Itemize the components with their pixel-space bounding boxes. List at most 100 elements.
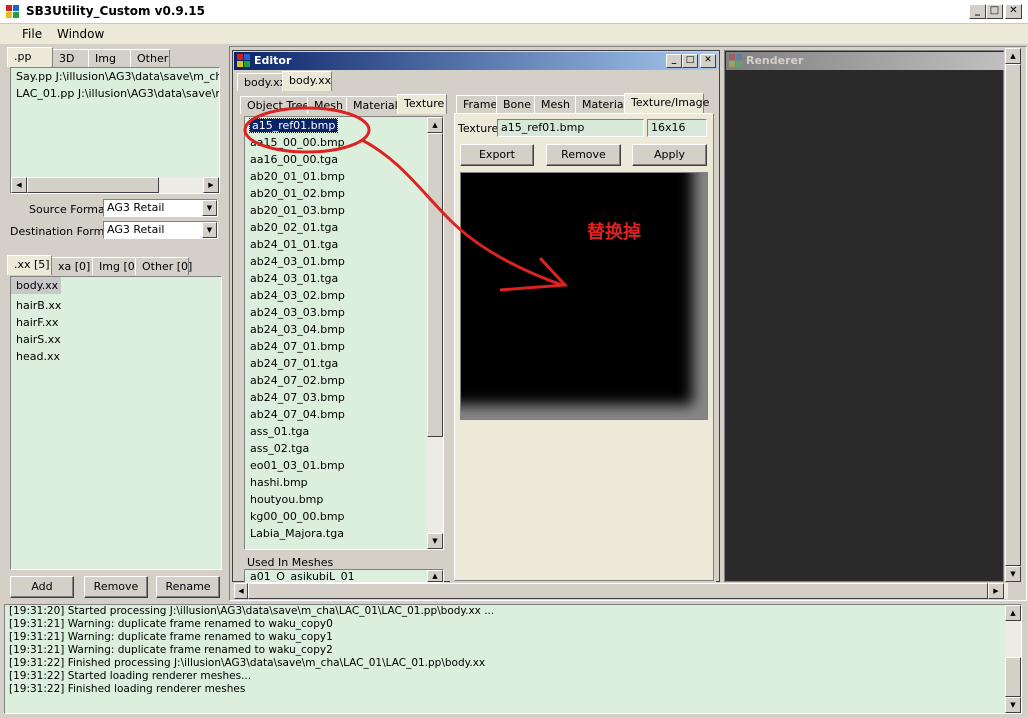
texture-list-item[interactable]: ass_02.tga <box>245 440 443 457</box>
list-item[interactable]: body.xx <box>11 277 62 294</box>
tab-img[interactable]: Img <box>88 49 131 67</box>
scroll-thumb[interactable] <box>1005 657 1021 697</box>
texture-list-item[interactable]: ass_01.tga <box>245 423 443 440</box>
tab-texture[interactable]: Texture <box>397 94 447 114</box>
texture-list-item[interactable]: ab24_03_01.bmp <box>245 253 443 270</box>
mdi-vscroll[interactable]: ▲ ▼ <box>1005 48 1021 582</box>
list-item[interactable]: hairS.xx <box>11 331 221 348</box>
texture-list-item[interactable]: ab24_07_01.tga <box>245 355 443 372</box>
tab-other-count[interactable]: Other [0] <box>135 257 192 275</box>
list-item[interactable]: Say.pp J:\illusion\AG3\data\save\m_cha <box>11 68 219 85</box>
texture-list-item[interactable]: ab20_01_01.bmp <box>245 168 443 185</box>
editor-minimize-button[interactable]: _ <box>666 54 682 68</box>
scroll-up-icon[interactable]: ▲ <box>427 570 443 582</box>
tab-img-count[interactable]: Img [0] <box>92 257 139 275</box>
texture-list-item[interactable]: aa15_00_00.bmp <box>245 134 443 151</box>
chevron-down-icon[interactable]: ▼ <box>202 200 217 216</box>
source-format-select[interactable]: AG3 Retail ▼ <box>103 199 218 217</box>
texture-list-item[interactable]: a15_ref01.bmp <box>245 117 443 134</box>
list-item[interactable]: hairF.xx <box>11 314 221 331</box>
tab-texture-image[interactable]: Texture/Image <box>624 93 709 113</box>
scroll-up-icon[interactable]: ▲ <box>427 117 443 133</box>
texture-list-item[interactable]: ab24_03_01.tga <box>245 270 443 287</box>
tab-document-active[interactable]: body.xx <box>282 71 332 91</box>
texture-list-item[interactable]: ab20_02_01.tga <box>245 219 443 236</box>
tab-xx[interactable]: .xx [5] <box>7 255 52 275</box>
texture-list-item[interactable]: Labia_Majora.tga <box>245 525 443 542</box>
scroll-up-icon[interactable]: ▲ <box>1005 48 1021 64</box>
pp-list-hscroll[interactable]: ◀ ▶ <box>11 177 219 193</box>
texture-list-item[interactable]: aa16_00_00.tga <box>245 151 443 168</box>
editor-hscroll-left[interactable]: ◀ <box>234 583 248 599</box>
texture-list-item[interactable]: houtyou.bmp <box>245 491 443 508</box>
texture-list-item[interactable]: ab20_01_02.bmp <box>245 185 443 202</box>
remove-button[interactable]: Remove <box>84 576 148 598</box>
tab-3d[interactable]: 3D <box>52 49 89 67</box>
scroll-up-icon[interactable]: ▲ <box>1005 605 1021 621</box>
texture-list-vscroll[interactable]: ▲ ▼ <box>427 117 443 549</box>
texture-list-item[interactable]: ab20_01_03.bmp <box>245 202 443 219</box>
tab-other[interactable]: Other <box>130 49 170 67</box>
apply-button[interactable]: Apply <box>632 144 707 166</box>
rename-button[interactable]: Rename <box>156 576 220 598</box>
mdi-hscroll[interactable]: ▶ <box>248 583 1008 599</box>
texture-list-item[interactable]: eo01_03_01.bmp <box>245 457 443 474</box>
scroll-right-icon[interactable]: ▶ <box>203 177 219 193</box>
editor-maximize-button[interactable]: □ <box>682 54 698 68</box>
list-item[interactable]: hairB.xx <box>11 297 221 314</box>
texture-list-item[interactable]: ab24_01_01.tga <box>245 236 443 253</box>
texture-list-item[interactable]: ab24_07_02.bmp <box>245 372 443 389</box>
maximize-button[interactable]: □ <box>986 4 1003 19</box>
list-item[interactable]: a01_O_asikubiL_01 <box>245 570 443 582</box>
add-button[interactable]: Add <box>10 576 74 598</box>
list-item[interactable]: head.xx <box>11 348 221 365</box>
tab-mesh[interactable]: Mesh <box>307 96 347 114</box>
used-in-meshes-list[interactable]: a01_O_asikubiL_01 ▲ <box>244 569 444 583</box>
texture-list-item[interactable]: ab24_03_02.bmp <box>245 287 443 304</box>
destination-format-select[interactable]: AG3 Retail ▼ <box>103 221 218 239</box>
pp-list[interactable]: Say.pp J:\illusion\AG3\data\save\m_cha L… <box>10 67 220 194</box>
tab-document[interactable]: body.xx <box>237 73 286 91</box>
editor-close-button[interactable]: ✕ <box>700 54 716 68</box>
close-button[interactable]: ✕ <box>1005 4 1022 19</box>
scroll-left-icon[interactable]: ◀ <box>11 177 27 193</box>
texture-list-item[interactable]: kg00_00_00.bmp <box>245 508 443 525</box>
tab-material-right[interactable]: Material <box>575 95 627 113</box>
log-panel[interactable]: [19:31:20] Started processing J:\illusio… <box>4 604 1022 714</box>
texture-list-item[interactable]: ab24_03_04.bmp <box>245 321 443 338</box>
menu-file[interactable]: File <box>22 27 42 41</box>
tab-material[interactable]: Material <box>346 96 398 114</box>
texture-list-item[interactable]: ab24_03_03.bmp <box>245 304 443 321</box>
menu-window[interactable]: Window <box>57 27 104 41</box>
tab-xa[interactable]: xa [0] <box>51 257 93 275</box>
tab-bone[interactable]: Bone <box>496 95 535 113</box>
scroll-left-icon[interactable]: ◀ <box>234 583 248 599</box>
texture-list-item[interactable]: ab24_07_04.bmp <box>245 406 443 423</box>
log-vscroll[interactable]: ▲ ▼ <box>1005 605 1021 713</box>
texture-name-field[interactable]: a15_ref01.bmp <box>497 119 644 137</box>
scroll-thumb[interactable] <box>248 583 988 599</box>
tab-object-tree[interactable]: Object Tree <box>240 96 309 114</box>
remove-texture-button[interactable]: Remove <box>546 144 621 166</box>
meshes-vscroll[interactable]: ▲ <box>427 570 443 582</box>
scroll-down-icon[interactable]: ▼ <box>427 533 443 549</box>
tab-mesh-right[interactable]: Mesh <box>534 95 576 113</box>
texture-list-item[interactable]: hashi.bmp <box>245 474 443 491</box>
scroll-thumb[interactable] <box>427 133 443 437</box>
scroll-thumb[interactable] <box>1005 64 1021 566</box>
texture-size-field[interactable]: 16x16 <box>647 119 707 137</box>
tab-frame[interactable]: Frame <box>456 95 497 113</box>
texture-list-item[interactable]: ab24_07_01.bmp <box>245 338 443 355</box>
scroll-down-icon[interactable]: ▼ <box>1005 566 1021 582</box>
texture-list[interactable]: a15_ref01.bmp aa15_00_00.bmp aa16_00_00.tg… <box>244 116 444 550</box>
scroll-right-icon[interactable]: ▶ <box>988 583 1004 599</box>
tab-pp[interactable]: .pp <box>7 47 53 67</box>
scroll-thumb[interactable] <box>27 177 159 193</box>
chevron-down-icon[interactable]: ▼ <box>202 222 217 238</box>
xx-list[interactable]: body.xx hairB.xx hairF.xx hairS.xx head.… <box>10 276 222 570</box>
texture-list-item-selected[interactable]: a15_ref01.bmp <box>248 118 339 133</box>
export-button[interactable]: Export <box>460 144 534 166</box>
texture-list-item[interactable]: ab24_07_03.bmp <box>245 389 443 406</box>
list-item[interactable]: LAC_01.pp J:\illusion\AG3\data\save\m_ <box>11 85 219 102</box>
minimize-button[interactable]: _ <box>969 4 986 19</box>
